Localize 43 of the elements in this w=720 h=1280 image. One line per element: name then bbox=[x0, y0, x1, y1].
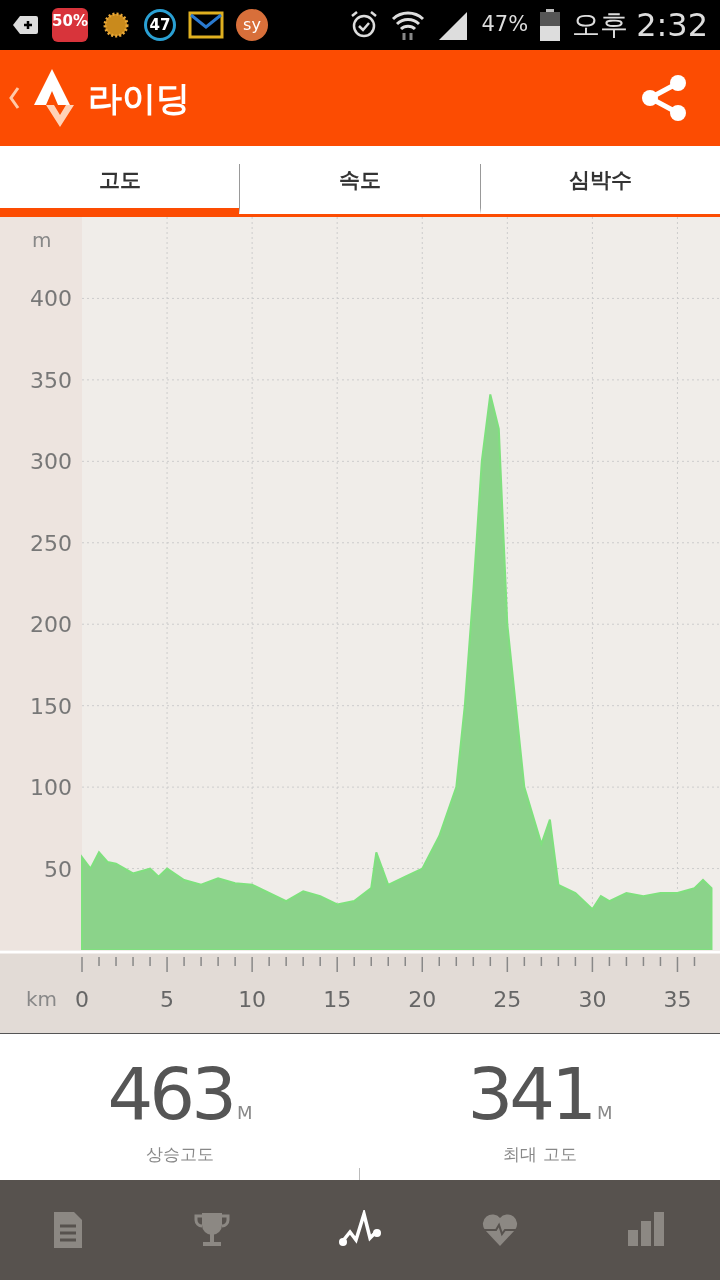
y-axis-label: m bbox=[32, 228, 52, 252]
app-title: 라이딩 bbox=[88, 76, 191, 120]
y-tick-label: 300 bbox=[30, 449, 72, 475]
stat-label: 상승고도 bbox=[146, 1143, 214, 1166]
tab[interactable]: 심박수 bbox=[479, 164, 720, 214]
y-tick-label: 350 bbox=[30, 367, 72, 393]
share-icon bbox=[640, 75, 688, 121]
y-tick-label: 200 bbox=[30, 612, 72, 638]
x-tick-label: 15 bbox=[323, 987, 352, 1012]
y-tick-label: 50 bbox=[44, 856, 72, 882]
sale-badge: 50% bbox=[52, 8, 88, 42]
x-tick-label: 0 bbox=[75, 987, 89, 1012]
stat-label: 최대 고도 bbox=[503, 1143, 577, 1166]
x-tick-label: 10 bbox=[238, 987, 267, 1012]
stat-unit: M bbox=[596, 1101, 613, 1125]
x-axis-label: km bbox=[26, 987, 58, 1011]
tab[interactable]: 속도 bbox=[239, 164, 480, 214]
x-tick-label: 20 bbox=[408, 987, 437, 1012]
x-tick-label: 25 bbox=[493, 987, 522, 1012]
stat-value: 463 bbox=[107, 1058, 233, 1130]
battery-level: 47% bbox=[481, 11, 529, 39]
mail-icon bbox=[188, 11, 224, 39]
share-button[interactable] bbox=[640, 75, 688, 121]
clock-period: 오후 bbox=[572, 7, 629, 43]
signal-icon bbox=[437, 10, 470, 40]
y-tick-label: 100 bbox=[30, 775, 72, 801]
app-badge: sy bbox=[236, 9, 268, 41]
stat-value: 341 bbox=[467, 1058, 593, 1130]
back-button[interactable] bbox=[8, 69, 76, 127]
clock-time: 2:32 bbox=[636, 5, 708, 46]
count-badge: 47 bbox=[144, 9, 176, 41]
logo-icon bbox=[32, 69, 76, 127]
battery-icon bbox=[540, 9, 561, 41]
x-tick-label: 5 bbox=[160, 987, 175, 1012]
back-icon bbox=[8, 86, 20, 110]
y-tick-label: 250 bbox=[30, 530, 72, 556]
stat-unit: M bbox=[236, 1101, 253, 1125]
notification-icon bbox=[12, 13, 40, 37]
x-tick-label: 30 bbox=[578, 987, 607, 1012]
y-tick-label: 150 bbox=[30, 693, 72, 719]
wifi-icon bbox=[391, 9, 426, 41]
x-tick-label: 35 bbox=[663, 987, 692, 1012]
y-tick-label: 400 bbox=[30, 286, 72, 312]
